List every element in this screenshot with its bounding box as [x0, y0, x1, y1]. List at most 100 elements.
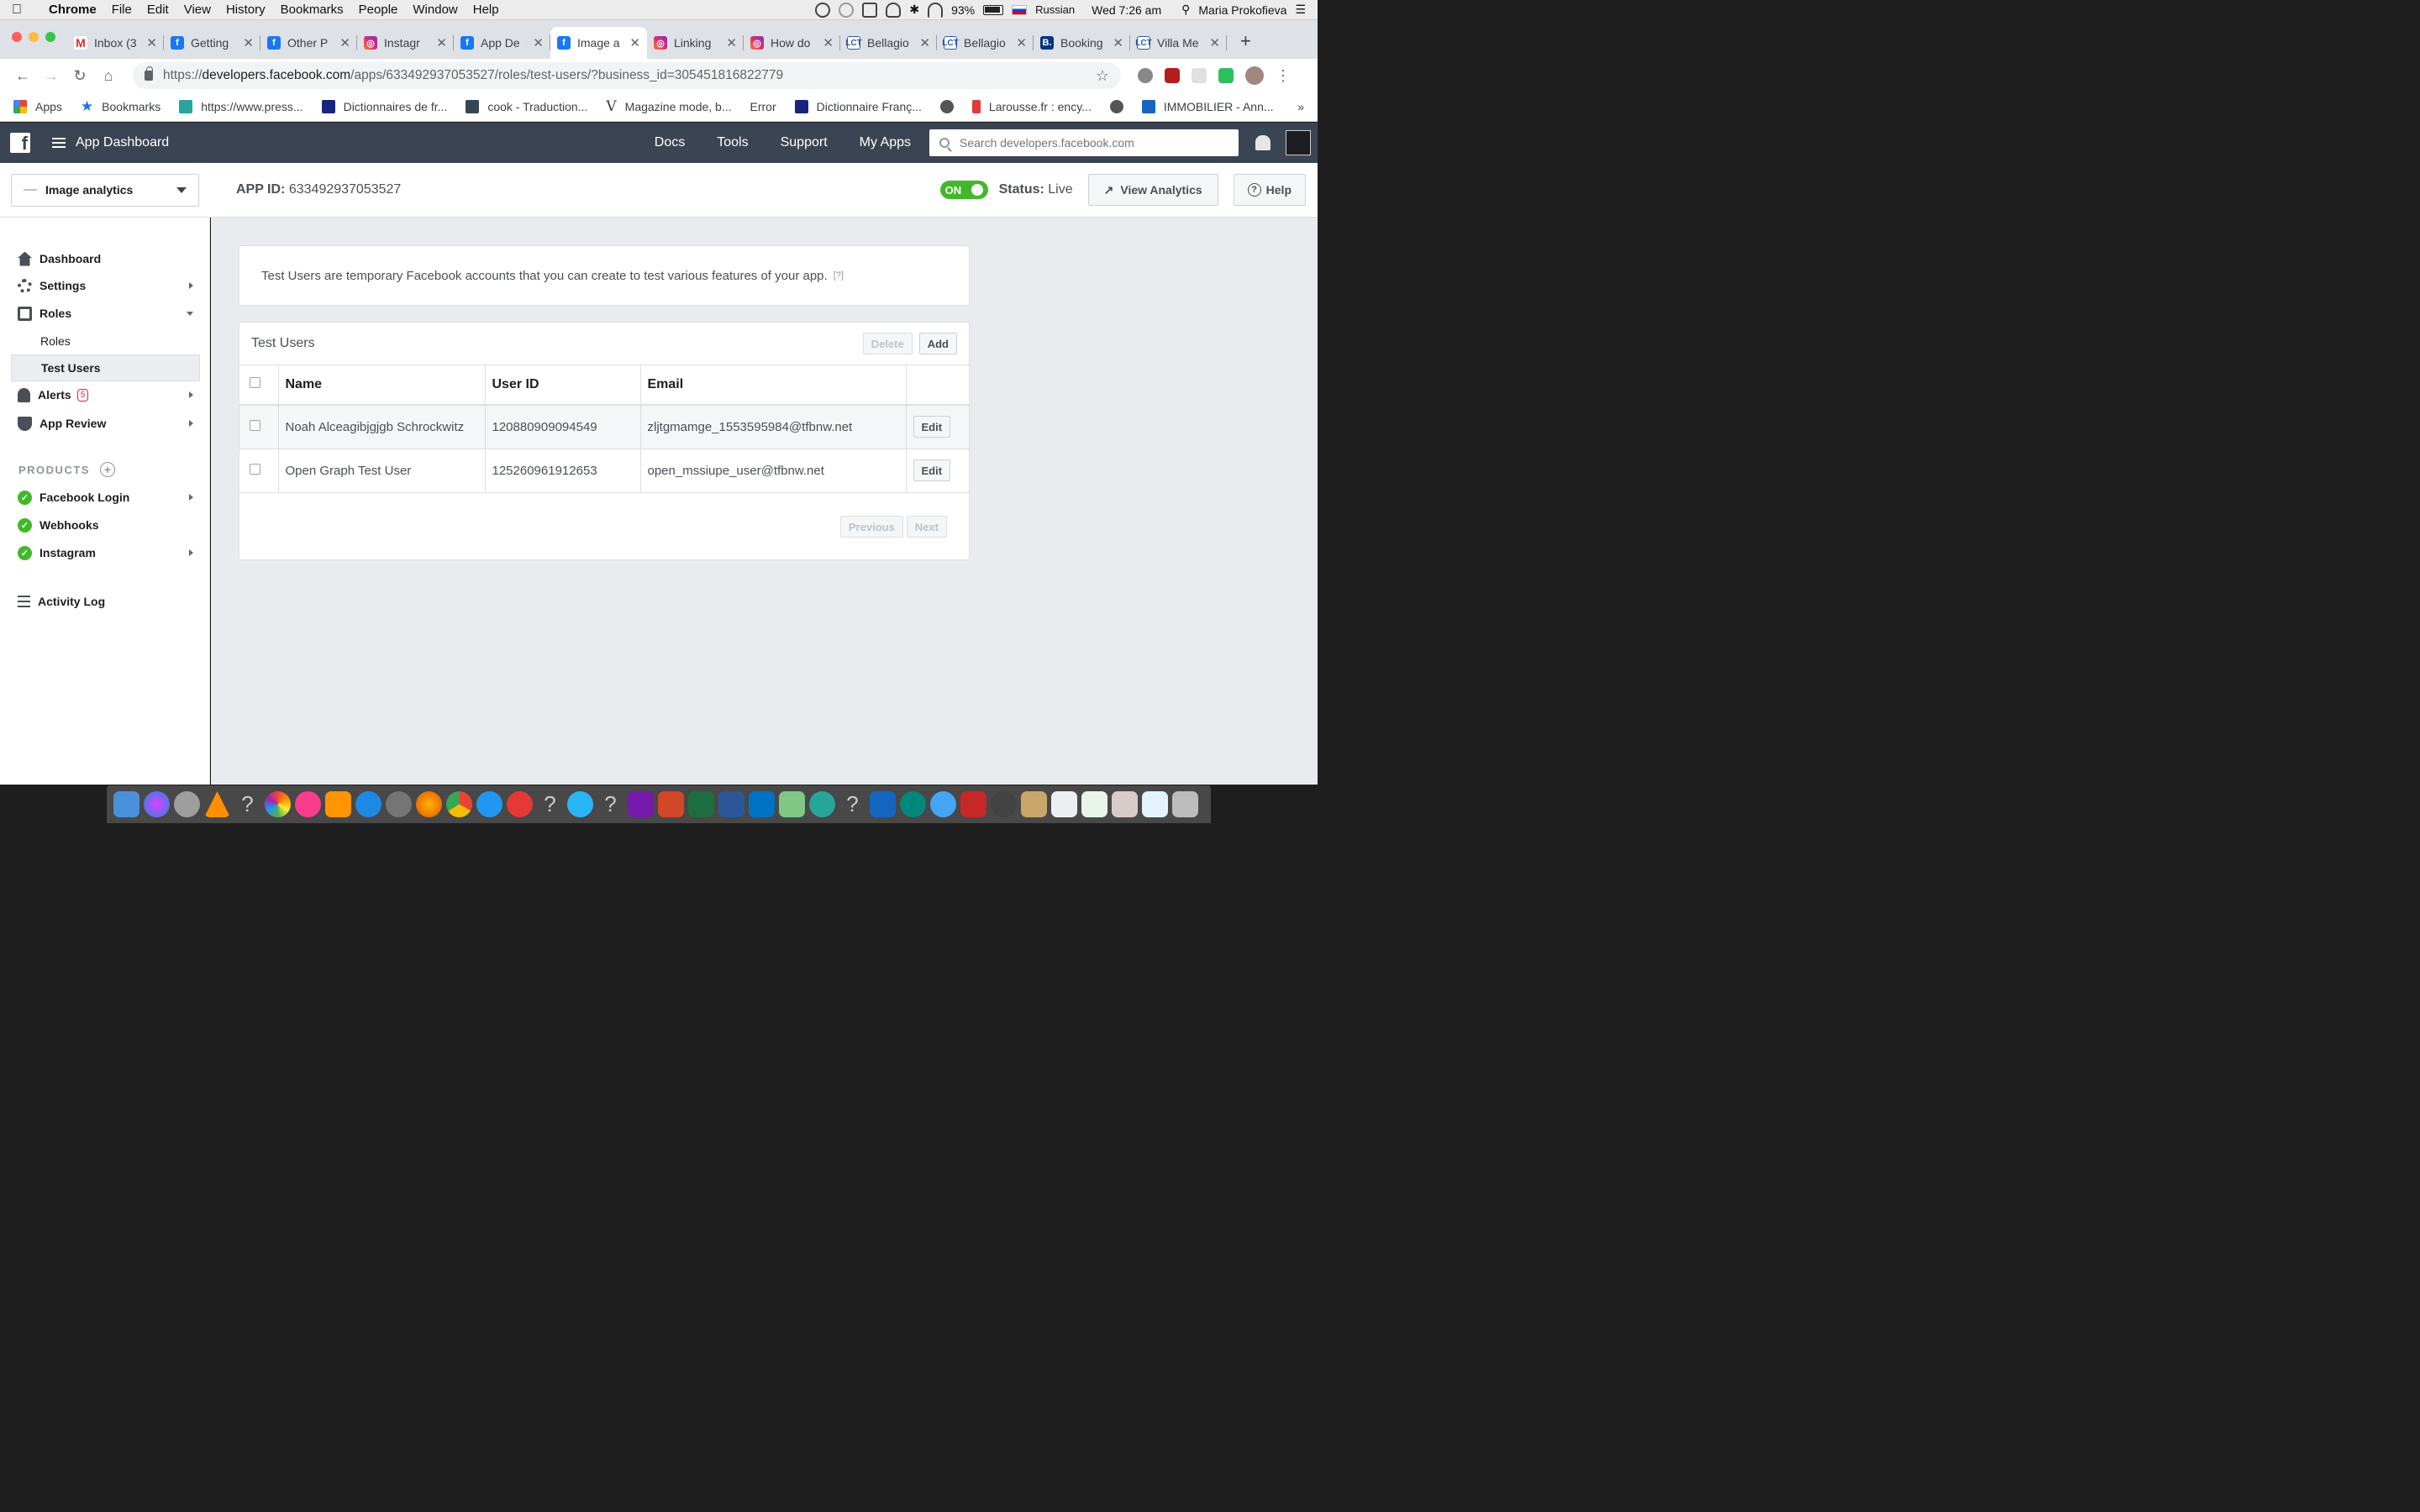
launchpad-icon[interactable]	[174, 791, 200, 817]
unknown-app-icon[interactable]: ?	[537, 791, 563, 817]
close-tab-icon[interactable]: ✕	[726, 35, 737, 50]
photos-icon[interactable]	[265, 791, 291, 817]
notification-center-icon[interactable]: ☰	[1295, 3, 1306, 17]
input-source[interactable]: Russian	[1035, 3, 1075, 16]
tab-other[interactable]: f Other P ✕	[260, 27, 357, 59]
vlc-icon[interactable]	[204, 791, 230, 817]
nav-docs[interactable]: Docs	[655, 135, 685, 150]
trash-icon[interactable]	[1172, 791, 1198, 817]
menu-file[interactable]: File	[104, 3, 139, 17]
russian-flag-icon[interactable]	[1012, 4, 1028, 15]
safari-icon[interactable]	[476, 791, 502, 817]
acrobat-icon[interactable]	[960, 791, 986, 817]
menu-people[interactable]: People	[351, 3, 406, 17]
tab-booking[interactable]: B. Booking ✕	[1034, 27, 1130, 59]
word-icon[interactable]	[718, 791, 744, 817]
menu-history[interactable]: History	[218, 3, 273, 17]
hamburger-menu-icon[interactable]	[52, 138, 66, 148]
bookmark-press[interactable]: https://www.press...	[179, 100, 303, 113]
nav-support[interactable]: Support	[781, 135, 828, 150]
menu-view[interactable]: View	[176, 3, 218, 17]
sidebar-item-instagram[interactable]: ✓ Instagram	[11, 540, 200, 565]
excel-icon[interactable]	[688, 791, 714, 817]
bookmark-error[interactable]: Error	[750, 100, 776, 113]
unknown-app-icon[interactable]: ?	[597, 791, 623, 817]
sidebar-item-test-users[interactable]: Test Users	[11, 354, 200, 381]
bookmark-immobilier[interactable]: IMMOBILIER - Ann...	[1141, 100, 1274, 113]
spreadsheet-icon[interactable]	[1081, 791, 1107, 817]
sidebar-item-alerts[interactable]: Alerts 5	[11, 382, 200, 407]
minimize-window-button[interactable]	[29, 32, 39, 42]
cloud-status-icon[interactable]	[886, 2, 902, 18]
bookmark-magazine[interactable]: V Magazine mode, b...	[606, 98, 731, 115]
app-dashboard-title[interactable]: App Dashboard	[76, 135, 169, 150]
close-tab-icon[interactable]: ✕	[1016, 35, 1027, 50]
close-window-button[interactable]	[12, 32, 22, 42]
tab-bellagio-1[interactable]: LCT Bellagio ✕	[840, 27, 937, 59]
bookmark-dictionnaires[interactable]: Dictionnaires de fr...	[321, 100, 447, 113]
close-tab-icon[interactable]: ✕	[243, 35, 254, 50]
reload-icon[interactable]: ↻	[66, 67, 94, 85]
notifications-bell-icon[interactable]	[1255, 135, 1270, 150]
evernote-e-icon[interactable]	[900, 791, 926, 817]
nav-my-apps[interactable]: My Apps	[860, 135, 911, 150]
more-bookmarks-icon[interactable]: »	[1297, 100, 1304, 113]
lock-icon[interactable]	[145, 66, 153, 81]
ibooks-icon[interactable]	[325, 791, 351, 817]
app-selector[interactable]: Image analytics	[11, 173, 199, 207]
firefox-icon[interactable]	[416, 791, 442, 817]
close-tab-icon[interactable]: ✕	[919, 35, 930, 50]
bookmark-larousse[interactable]: Larousse.fr : ency...	[971, 100, 1092, 113]
onenote-icon[interactable]	[628, 791, 654, 817]
close-tab-icon[interactable]: ✕	[146, 35, 157, 50]
tab-linking[interactable]: ◎ Linking ✕	[647, 27, 744, 59]
avatar[interactable]	[1286, 130, 1311, 155]
tab-getting[interactable]: f Getting ✕	[164, 27, 260, 59]
bookmark-globe[interactable]	[939, 100, 954, 113]
unknown-app-icon[interactable]: ?	[234, 791, 260, 817]
close-tab-icon[interactable]: ✕	[436, 35, 447, 50]
profile-avatar-icon[interactable]	[1245, 66, 1264, 85]
back-arrow-icon[interactable]: ←	[8, 67, 37, 85]
zoom-window-button[interactable]	[45, 32, 55, 42]
address-bar[interactable]: https://developers.facebook.com/apps/633…	[133, 62, 1121, 89]
sidebar-item-app-review[interactable]: App Review	[11, 411, 200, 436]
tab-how-do[interactable]: ◎ How do ✕	[744, 27, 840, 59]
spinner-status-icon[interactable]	[839, 2, 855, 18]
info-help-link[interactable]: [?]	[834, 270, 844, 281]
tab-image-analytics[interactable]: f Image a ✕	[550, 27, 647, 59]
edit-button[interactable]: Edit	[913, 459, 951, 481]
sidebar-item-roles-sub[interactable]: Roles	[11, 328, 200, 354]
user-name[interactable]: Maria Prokofieva	[1198, 3, 1286, 17]
chrome-icon[interactable]	[446, 791, 472, 817]
edit-button[interactable]: Edit	[913, 416, 951, 438]
r-icon[interactable]	[870, 791, 896, 817]
next-button[interactable]: Next	[906, 516, 947, 538]
bookmark-globe-2[interactable]	[1109, 100, 1123, 113]
extension-m-icon[interactable]	[1165, 68, 1180, 83]
teal-app-icon[interactable]	[809, 791, 835, 817]
select-all-checkbox[interactable]	[250, 377, 260, 388]
sidebar-item-roles[interactable]: Roles	[11, 301, 200, 326]
extension-note-icon[interactable]	[1192, 68, 1207, 83]
maps-icon[interactable]	[779, 791, 805, 817]
outlook-icon[interactable]	[749, 791, 775, 817]
battery-icon[interactable]	[983, 4, 1004, 15]
powerpoint-icon[interactable]	[658, 791, 684, 817]
sidebar-item-activity-log[interactable]: Activity Log	[11, 589, 200, 614]
system-preferences-icon[interactable]	[386, 791, 412, 817]
close-tab-icon[interactable]: ✕	[629, 35, 640, 50]
row-checkbox[interactable]	[250, 463, 260, 475]
app-store-icon[interactable]	[355, 791, 381, 817]
close-tab-icon[interactable]: ✕	[1209, 35, 1220, 50]
bookmark-dictionnaire[interactable]: Dictionnaire Franç...	[794, 100, 922, 113]
menu-help[interactable]: Help	[466, 3, 507, 17]
delete-button[interactable]: Delete	[862, 333, 913, 354]
add-product-icon[interactable]: +	[99, 462, 115, 477]
forward-arrow-icon[interactable]: →	[37, 67, 66, 85]
siri-icon[interactable]	[144, 791, 170, 817]
tab-villa[interactable]: LCT Villa Me ✕	[1130, 27, 1227, 59]
apple-menu-icon[interactable]: 	[0, 3, 34, 18]
close-tab-icon[interactable]: ✕	[823, 35, 834, 50]
document-icon[interactable]	[1051, 791, 1077, 817]
